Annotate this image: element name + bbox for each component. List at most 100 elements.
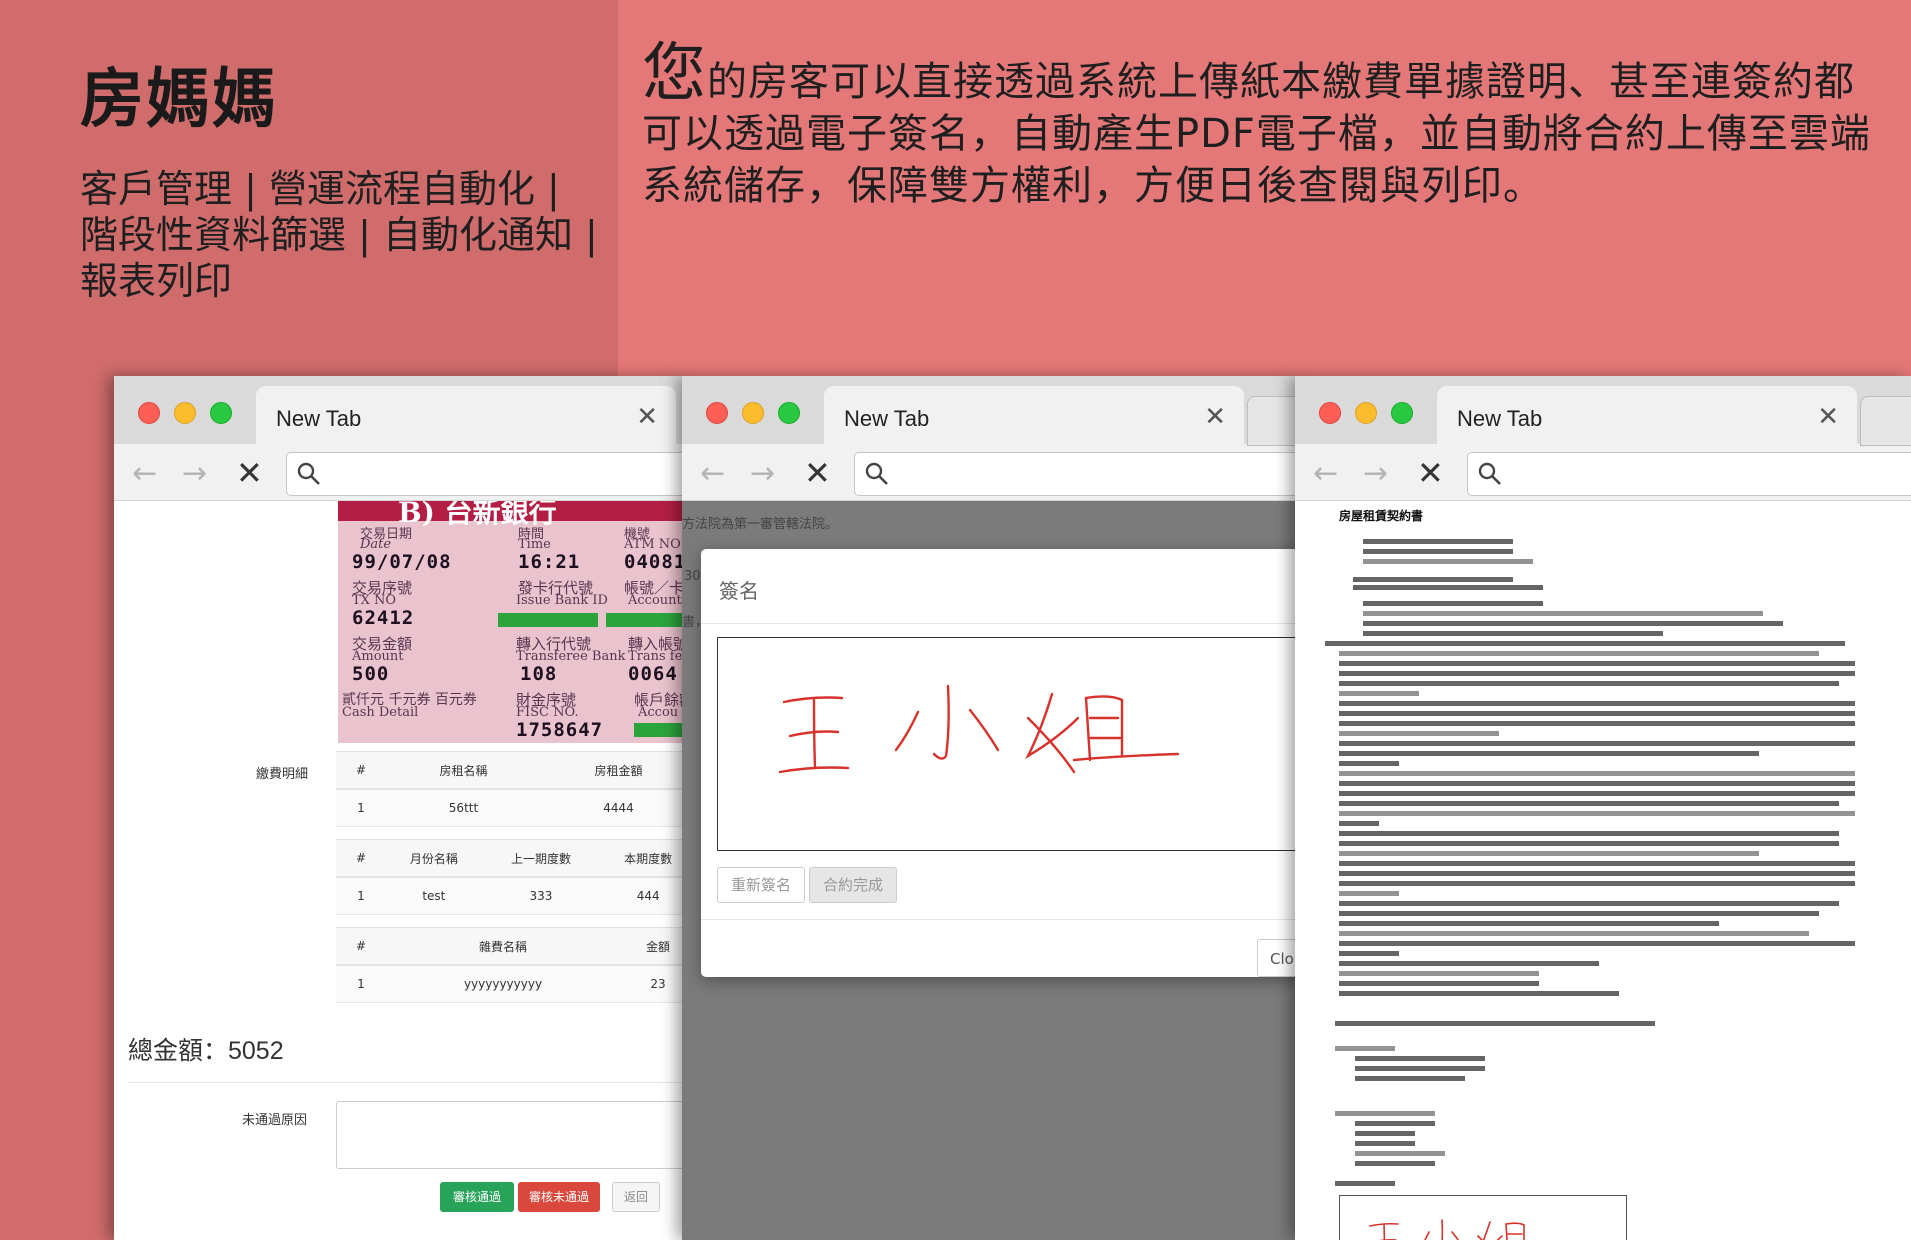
contract-text-line (1325, 641, 1845, 646)
browser-window-signing: New Tab ✕ ← → ✕ 方法院為第一審管轄法院。 30 書， 簽名 重新… (682, 376, 1297, 1240)
table-header-cell: 房租金額 (541, 751, 684, 790)
zoom-window-button[interactable] (778, 402, 800, 424)
table-header-cell: 月份名稱 (386, 839, 482, 878)
new-tab-button[interactable] (1247, 396, 1297, 446)
redaction-bar (606, 613, 684, 627)
contract-text-line (1355, 1151, 1445, 1156)
table-header-cell: 金額 (620, 927, 684, 966)
handwritten-signature (1369, 1219, 1525, 1240)
table-cell: 56ttt (386, 789, 541, 827)
contract-text-line (1339, 891, 1399, 896)
arrow-right-icon[interactable]: → (182, 456, 207, 491)
contract-text-line (1339, 931, 1809, 936)
reject-reason-label: 未通過原因 (242, 1113, 308, 1128)
redaction-bar (498, 613, 598, 627)
meter-table: # 月份名稱 上一期度數 本期度數 1 test 333 444 (336, 839, 684, 915)
reject-reason-input[interactable] (336, 1101, 684, 1169)
tab-new-tab[interactable]: New Tab ✕ (1437, 386, 1857, 444)
address-bar[interactable] (286, 452, 684, 496)
contract-text-line (1355, 1056, 1485, 1061)
contract-text-line (1353, 577, 1513, 582)
contract-text-line (1363, 549, 1513, 554)
contract-text-line (1339, 691, 1419, 696)
receipt-label: ATM NO (624, 537, 681, 552)
receipt-label: Accou (638, 705, 679, 720)
minimize-window-button[interactable] (1355, 402, 1377, 424)
receipt-photo[interactable]: B) 台新銀行 交易日期 Date 99/07/08 時間 Time 16:21… (338, 501, 684, 743)
stop-icon[interactable]: ✕ (1417, 454, 1444, 492)
contract-title: 房屋租賃契約書 (1339, 509, 1424, 523)
address-bar[interactable] (854, 452, 1297, 496)
table-cell: 1 (336, 877, 386, 915)
zoom-window-button[interactable] (210, 402, 232, 424)
stop-icon[interactable]: ✕ (236, 454, 263, 492)
contract-text-line (1355, 1066, 1485, 1071)
resign-button[interactable]: 重新簽名 (717, 867, 805, 903)
contract-text-line (1363, 539, 1513, 544)
receipt-value: 99/07/08 (352, 551, 452, 573)
contract-text-line (1339, 971, 1539, 976)
tab-title: New Tab (276, 406, 362, 431)
contract-text-line (1339, 771, 1855, 776)
intro-body: 的房客可以直接透過系統上傳紙本繳費單據證明、甚至連簽約都可以透過電子簽名，自動產… (642, 59, 1871, 209)
minimize-window-button[interactable] (174, 402, 196, 424)
browser-window-contract: New Tab ✕ ← → ✕ 房屋租賃契約書 (1295, 376, 1911, 1240)
close-window-button[interactable] (138, 402, 160, 424)
approve-button[interactable]: 審核通過 (440, 1182, 514, 1212)
contract-text-line (1339, 811, 1855, 816)
search-icon (865, 462, 888, 485)
close-window-button[interactable] (1319, 402, 1341, 424)
close-window-button[interactable] (706, 402, 728, 424)
back-button[interactable]: 返回 (612, 1182, 660, 1212)
zoom-window-button[interactable] (1391, 402, 1413, 424)
table-header-cell: 上一期度數 (481, 839, 601, 878)
modal-title: 簽名 (719, 579, 759, 603)
arrow-left-icon[interactable]: ← (1313, 456, 1338, 491)
contract-text-line (1363, 559, 1533, 564)
tab-close-icon[interactable]: ✕ (1817, 402, 1839, 432)
tab-new-tab[interactable]: New Tab ✕ (256, 386, 676, 444)
arrow-left-icon[interactable]: ← (132, 456, 157, 491)
table-row: 1 56ttt 4444 (336, 789, 684, 827)
receipt-value: 500 (352, 663, 390, 685)
contract-text-line (1339, 661, 1855, 666)
contract-text-line (1339, 831, 1839, 836)
table-header-cell: # (336, 751, 386, 790)
tab-close-icon[interactable]: ✕ (636, 402, 658, 432)
signature-pad[interactable] (717, 637, 1297, 851)
contract-text-line (1355, 1141, 1415, 1146)
minimize-window-button[interactable] (742, 402, 764, 424)
receipt-label: Account (628, 593, 682, 608)
contract-page: 房屋租賃契約書 (1295, 501, 1911, 1240)
contract-text-line (1339, 871, 1855, 876)
contract-complete-button[interactable]: 合約完成 (809, 867, 897, 903)
contract-text-line (1339, 651, 1819, 656)
contract-text-line (1363, 601, 1543, 606)
contract-text-line (1339, 731, 1499, 736)
contract-text-line (1339, 851, 1759, 856)
contract-text-line (1353, 585, 1543, 590)
deny-button[interactable]: 審核未通過 (518, 1182, 600, 1212)
tab-close-icon[interactable]: ✕ (1204, 402, 1226, 432)
table-cell: 4444 (541, 789, 684, 827)
table-header-cell: 房租名稱 (386, 751, 541, 790)
arrow-right-icon[interactable]: → (1363, 456, 1388, 491)
contract-text-line (1339, 781, 1855, 786)
contract-text-line (1339, 961, 1599, 966)
close-button[interactable]: Clo (1257, 939, 1297, 977)
table-header-cell: # (336, 927, 386, 966)
signature-modal: 簽名 重新簽名 合約完成 Clo (701, 549, 1297, 977)
arrow-right-icon[interactable]: → (750, 456, 775, 491)
receipt-label: Date (360, 537, 392, 552)
tab-new-tab[interactable]: New Tab ✕ (824, 386, 1244, 444)
contract-text-line (1339, 921, 1719, 926)
receipt-label: Time (518, 537, 551, 552)
receipt-label: TX NO (352, 593, 397, 608)
redaction-bar (634, 723, 684, 737)
arrow-left-icon[interactable]: ← (700, 456, 725, 491)
stop-icon[interactable]: ✕ (804, 454, 831, 492)
receipt-label: Issue Bank ID (516, 593, 608, 608)
address-bar[interactable] (1467, 452, 1911, 496)
contract-text-line (1335, 1111, 1435, 1116)
new-tab-button[interactable] (1860, 396, 1911, 446)
